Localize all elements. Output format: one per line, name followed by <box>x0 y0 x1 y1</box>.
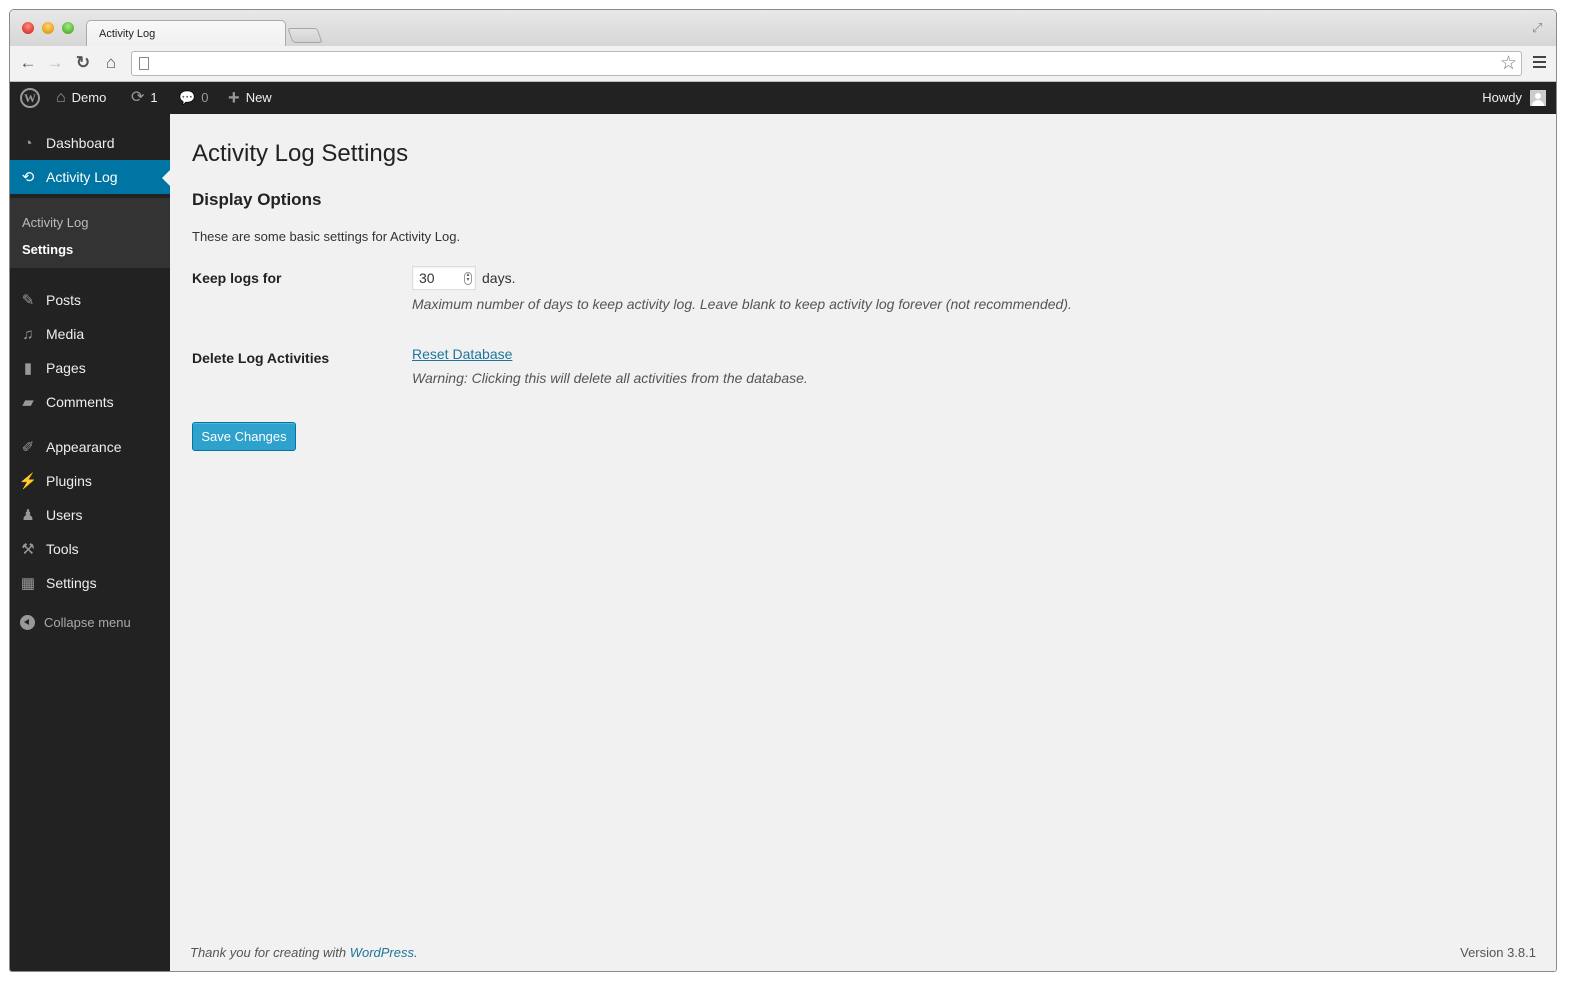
footer-thanks-text: Thank you for creating with <box>190 945 350 960</box>
wordpress-link[interactable]: WordPress <box>350 945 414 960</box>
comments-count: 0 <box>201 90 209 105</box>
sidebar-item-label: Media <box>46 326 85 342</box>
sidebar-item-media[interactable]: ♫ Media <box>10 317 170 351</box>
browser-tab[interactable]: Activity Log <box>86 20 286 47</box>
admin-bar: W ⌂ Demo ⟳ 1 💬 0 + New Howdy <box>10 82 1556 114</box>
howdy-text: Howdy <box>1482 90 1522 105</box>
keep-logs-description: Maximum number of days to keep activity … <box>412 296 1072 312</box>
footer-version: Version 3.8.1 <box>1460 945 1536 960</box>
section-intro: These are some basic settings for Activi… <box>192 229 461 244</box>
browser-menu-icon[interactable] <box>1533 56 1546 68</box>
section-title: Display Options <box>192 190 322 209</box>
media-icon: ♫ <box>22 325 34 343</box>
sidebar-item-activity-log[interactable]: ⟲ Activity Log <box>10 160 170 194</box>
footer-thanks: Thank you for creating with WordPress. <box>190 945 418 960</box>
footer-thanks-suffix: . <box>414 945 418 960</box>
sidebar-item-posts[interactable]: ✎ Posts <box>10 283 170 317</box>
admin-sidebar: ◔ Dashboard ⟲ Activity Log Activity Log … <box>10 114 170 971</box>
sidebar-item-label: Comments <box>46 394 114 410</box>
browser-window: Activity Log ⤢ ← → ↻ ⌂ ☆ W ⌂ Demo ⟳ 1 💬 … <box>9 9 1557 972</box>
comment-icon: 💬 <box>179 90 196 105</box>
wrench-icon: ⚒ <box>21 541 35 558</box>
wordpress-logo-icon: W <box>20 88 40 108</box>
updates-count: 1 <box>150 90 158 105</box>
keep-logs-days-input[interactable]: 30 ▴ ▾ <box>412 266 476 290</box>
sidebar-item-settings[interactable]: ▦ Settings <box>10 566 170 600</box>
forward-icon[interactable]: → <box>45 53 65 73</box>
dashboard-icon: ◔ <box>23 134 33 152</box>
plus-icon: + <box>228 87 240 109</box>
sidebar-item-label: Posts <box>46 292 82 308</box>
keep-logs-value: 30 <box>419 270 435 286</box>
wp-logo-menu[interactable]: W <box>20 82 40 114</box>
reset-database-link[interactable]: Reset Database <box>412 346 512 362</box>
sidebar-item-tools[interactable]: ⚒ Tools <box>10 532 170 566</box>
activity-log-submenu: Activity Log Settings <box>10 198 170 268</box>
days-suffix: days. <box>482 270 516 286</box>
page-title: Activity Log Settings <box>192 140 409 167</box>
user-icon: ♟ <box>21 507 35 524</box>
zoom-window-button[interactable] <box>62 22 74 34</box>
sidebar-item-label: Tools <box>46 541 79 557</box>
updates-icon: ⟳ <box>131 89 145 106</box>
sidebar-item-label: Pages <box>46 360 86 376</box>
fullscreen-icon[interactable]: ⤢ <box>1532 20 1546 35</box>
collapse-arrow-icon <box>20 614 35 630</box>
sliders-icon: ▦ <box>20 575 36 592</box>
sidebar-item-pages[interactable]: ▮ Pages <box>10 351 170 385</box>
main-content: Activity Log Settings Display Options Th… <box>170 114 1556 971</box>
site-name: Demo <box>71 90 107 105</box>
sidebar-item-label: Plugins <box>46 473 92 489</box>
my-account-menu[interactable]: Howdy <box>1482 82 1546 114</box>
comments-link[interactable]: 💬 0 <box>179 82 208 114</box>
avatar <box>1530 90 1546 106</box>
reload-icon[interactable]: ↻ <box>73 53 93 73</box>
collapse-menu-label: Collapse menu <box>44 614 131 630</box>
bookmark-star-icon[interactable]: ☆ <box>1500 52 1517 75</box>
tab-title: Activity Log <box>99 28 156 40</box>
delete-logs-label: Delete Log Activities <box>192 350 330 366</box>
submenu-item-settings[interactable]: Settings <box>22 242 73 257</box>
sidebar-item-label: Appearance <box>46 439 122 455</box>
sidebar-item-label: Dashboard <box>46 135 115 151</box>
sidebar-item-appearance[interactable]: ✐ Appearance <box>10 430 170 464</box>
save-changes-button[interactable]: Save Changes <box>192 422 296 451</box>
back-icon[interactable]: ← <box>18 53 38 73</box>
updates-link[interactable]: ⟳ 1 <box>131 82 158 114</box>
keep-logs-label: Keep logs for <box>192 270 282 286</box>
submenu-item-activity-log[interactable]: Activity Log <box>22 215 88 230</box>
home-icon: ⌂ <box>56 89 66 106</box>
comments-icon: ▰ <box>22 394 34 411</box>
address-bar[interactable]: ☆ <box>131 51 1522 76</box>
new-label: New <box>245 90 272 105</box>
reset-warning: Warning: Clicking this will delete all a… <box>412 370 808 386</box>
pages-icon: ▮ <box>23 360 33 377</box>
site-name-link[interactable]: ⌂ Demo <box>56 82 106 114</box>
pin-icon: ✎ <box>21 292 35 309</box>
new-tab-button[interactable] <box>287 28 323 43</box>
browser-toolbar: ← → ↻ ⌂ ☆ <box>10 46 1556 82</box>
new-content-link[interactable]: + New <box>228 82 272 114</box>
collapse-menu-button[interactable]: Collapse menu <box>10 610 170 634</box>
sidebar-item-plugins[interactable]: ⚡ Plugins <box>10 464 170 498</box>
tab-strip: Activity Log ⤢ <box>10 10 1556 47</box>
plug-icon: ⚡ <box>18 473 38 490</box>
minimize-window-button[interactable] <box>42 22 54 34</box>
home-icon[interactable]: ⌂ <box>101 53 121 73</box>
sidebar-item-dashboard[interactable]: ◔ Dashboard <box>10 126 170 160</box>
sidebar-item-label: Users <box>46 507 83 523</box>
sidebar-item-label: Settings <box>46 575 97 591</box>
paintbrush-icon: ✐ <box>21 439 35 456</box>
sidebar-item-comments[interactable]: ▰ Comments <box>10 385 170 419</box>
history-icon: ⟲ <box>21 169 35 186</box>
sidebar-item-users[interactable]: ♟ Users <box>10 498 170 532</box>
page-icon <box>139 57 149 70</box>
close-window-button[interactable] <box>22 22 34 34</box>
number-spinner[interactable]: ▴ ▾ <box>464 272 472 285</box>
sidebar-item-label: Activity Log <box>46 169 118 185</box>
